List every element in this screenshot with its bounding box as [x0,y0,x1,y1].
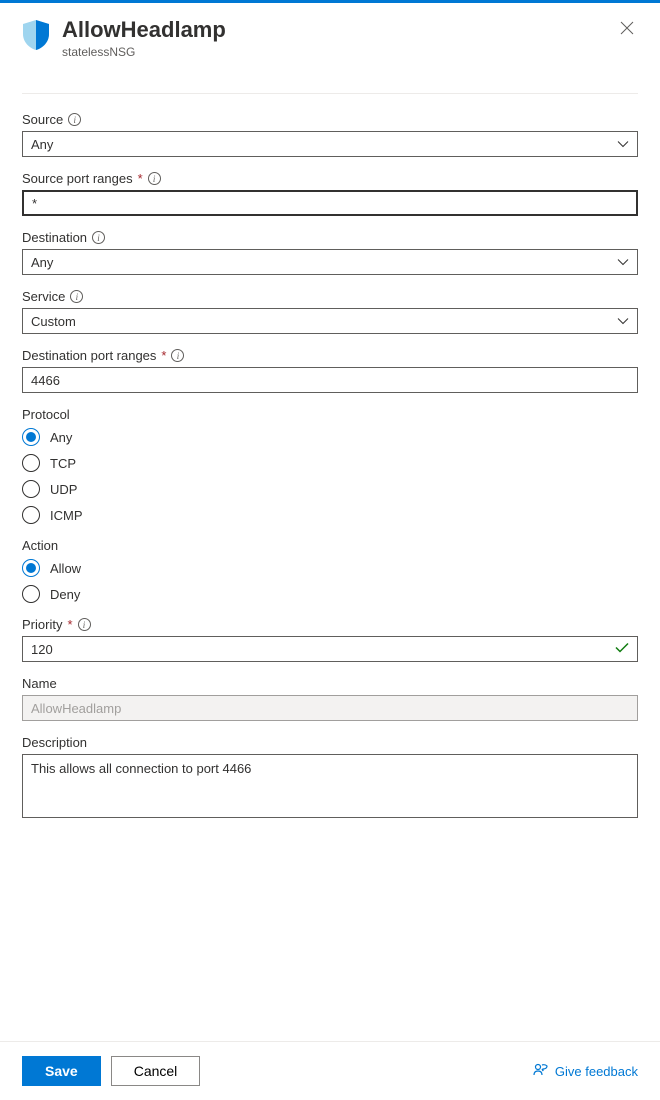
label-destination: Destination i [22,230,638,245]
info-icon[interactable]: i [78,618,91,631]
feedback-icon [533,1062,549,1081]
label-action: Action [22,538,638,553]
close-button[interactable] [616,17,638,43]
label-text: Source [22,112,63,127]
chevron-down-icon [617,255,629,270]
label-service: Service i [22,289,638,304]
give-feedback-link[interactable]: Give feedback [533,1062,638,1081]
cancel-button[interactable]: Cancel [111,1056,201,1086]
field-source-port-ranges: Source port ranges * i [22,171,638,216]
info-icon[interactable]: i [68,113,81,126]
radio-label: TCP [50,456,76,471]
panel-header: AllowHeadlamp statelessNSG [0,3,660,67]
required-marker: * [138,171,143,186]
chevron-down-icon [617,314,629,329]
info-icon[interactable]: i [171,349,184,362]
check-icon [615,642,629,657]
action-radio-allow[interactable]: Allow [22,559,638,577]
source-port-ranges-input[interactable] [22,190,638,216]
rule-edit-panel: AllowHeadlamp statelessNSG Source i Any … [0,3,660,1100]
label-protocol: Protocol [22,407,638,422]
label-text: Protocol [22,407,70,422]
source-select[interactable]: Any [22,131,638,157]
save-button[interactable]: Save [22,1056,101,1086]
feedback-label: Give feedback [555,1064,638,1079]
protocol-radio-any[interactable]: Any [22,428,638,446]
destination-select[interactable]: Any [22,249,638,275]
required-marker: * [67,617,72,632]
label-text: Destination [22,230,87,245]
radio-label: Any [50,430,72,445]
page-subtitle: statelessNSG [62,45,604,59]
info-icon[interactable]: i [70,290,83,303]
action-radio-deny[interactable]: Deny [22,585,638,603]
radio-label: Allow [50,561,81,576]
field-source: Source i Any [22,112,638,157]
label-source: Source i [22,112,638,127]
label-description: Description [22,735,638,750]
select-value: Any [31,255,53,270]
label-text: Service [22,289,65,304]
shield-icon [22,17,50,54]
label-text: Description [22,735,87,750]
chevron-down-icon [617,137,629,152]
title-block: AllowHeadlamp statelessNSG [62,17,604,59]
field-destination: Destination i Any [22,230,638,275]
select-value: Any [31,137,53,152]
label-text: Destination port ranges [22,348,156,363]
protocol-radio-group: Any TCP UDP ICMP [22,428,638,524]
protocol-radio-tcp[interactable]: TCP [22,454,638,472]
label-text: Priority [22,617,62,632]
service-select[interactable]: Custom [22,308,638,334]
panel-footer: Save Cancel Give feedback [0,1041,660,1100]
action-radio-group: Allow Deny [22,559,638,603]
radio-label: ICMP [50,508,83,523]
field-service: Service i Custom [22,289,638,334]
priority-input[interactable]: 120 [22,636,638,662]
select-value: Custom [31,314,76,329]
field-dest-port-ranges: Destination port ranges * i [22,348,638,393]
field-action: Action Allow Deny [22,538,638,603]
radio-label: UDP [50,482,77,497]
label-text: Name [22,676,57,691]
form-body: Source i Any Source port ranges * i Dest… [0,94,660,1041]
field-priority: Priority * i 120 [22,617,638,662]
required-marker: * [161,348,166,363]
label-dest-port-ranges: Destination port ranges * i [22,348,638,363]
label-text: Source port ranges [22,171,133,186]
field-name: Name [22,676,638,721]
label-priority: Priority * i [22,617,638,632]
info-icon[interactable]: i [148,172,161,185]
dest-port-ranges-input[interactable] [22,367,638,393]
protocol-radio-icmp[interactable]: ICMP [22,506,638,524]
description-textarea[interactable] [22,754,638,818]
page-title: AllowHeadlamp [62,17,604,43]
close-icon [620,21,634,35]
label-text: Action [22,538,58,553]
field-description: Description [22,735,638,821]
label-source-port-ranges: Source port ranges * i [22,171,638,186]
info-icon[interactable]: i [92,231,105,244]
label-name: Name [22,676,638,691]
radio-label: Deny [50,587,80,602]
input-value: 120 [31,642,53,657]
field-protocol: Protocol Any TCP UDP ICMP [22,407,638,524]
name-input [22,695,638,721]
protocol-radio-udp[interactable]: UDP [22,480,638,498]
